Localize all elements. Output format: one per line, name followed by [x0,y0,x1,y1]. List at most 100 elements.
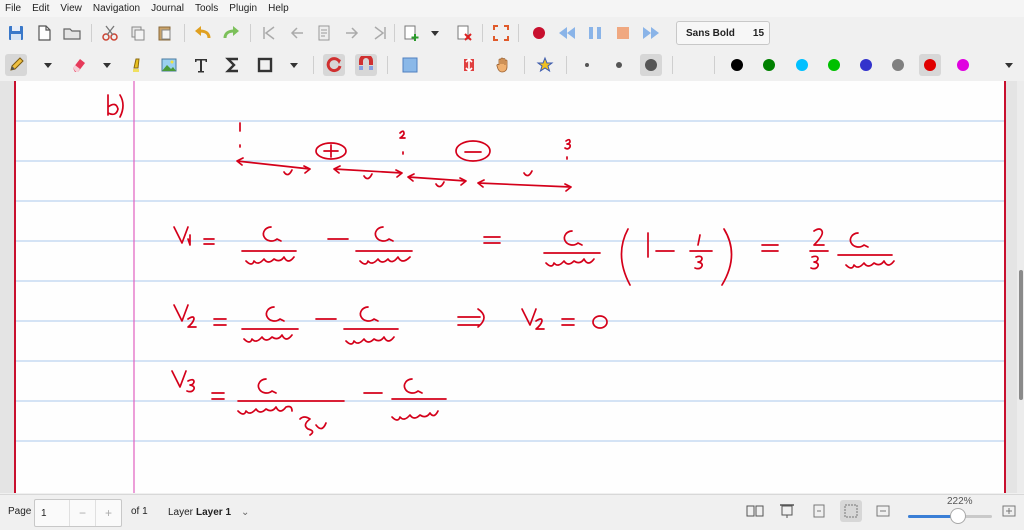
zoom-out-icon [876,505,890,517]
text-icon [195,59,207,73]
stop-button[interactable] [612,22,634,44]
menu-plugin[interactable]: Plugin [229,3,257,14]
highlighter-tool-button[interactable] [126,54,148,76]
hand-tool-button[interactable] [492,54,514,76]
document-view[interactable] [0,81,1024,493]
menu-edit[interactable]: Edit [32,3,49,14]
goto-page-button[interactable] [313,22,335,44]
last-page-icon [374,26,386,40]
layer-selector[interactable]: Layer 1 [196,507,231,518]
dual-page-button[interactable] [744,500,766,522]
menu-help[interactable]: Help [268,3,289,14]
zoom-in-button[interactable] [998,500,1020,522]
rewind-button[interactable] [556,22,578,44]
zoom-width-icon [844,504,858,518]
eraser-dropdown[interactable] [101,54,113,76]
thickness-fine-button[interactable] [576,54,598,76]
select-rectangle-button[interactable] [399,54,421,76]
color-swatch-gray [892,59,904,71]
menu-journal[interactable]: Journal [151,3,184,14]
thickness-thick-button[interactable] [640,54,662,76]
zoom-slider-handle[interactable] [950,508,967,524]
new-document-icon [38,25,51,41]
page-decrement-button[interactable]: − [69,500,95,526]
first-page-button[interactable] [258,22,280,44]
zoom-fit-button[interactable] [808,500,830,522]
toolbar-overflow-dropdown[interactable] [1003,54,1015,76]
shape-dropdown[interactable] [288,54,300,76]
undo-button[interactable] [192,22,214,44]
scrollbar-thumb[interactable] [1019,270,1023,400]
ink-Q-2a [265,306,285,322]
redo-button[interactable] [220,22,242,44]
ruled-lines [16,120,1004,442]
previous-page-button[interactable] [286,22,308,44]
text-tool-button[interactable] [190,54,212,76]
save-button[interactable] [5,22,27,44]
default-tool-button[interactable] [534,54,556,76]
redo-icon [223,26,239,39]
ink-two [813,228,825,246]
arrow-left-icon [290,27,303,39]
pen-tool-button[interactable] [5,54,27,76]
color-lightgreen-button[interactable] [823,54,845,76]
cut-button[interactable] [99,22,121,44]
ink-denom-1d [845,260,895,269]
color-gray-button[interactable] [887,54,909,76]
eraser-tool-button[interactable] [68,54,90,76]
page-spinner[interactable]: 1 − + [34,499,122,527]
fullscreen-icon [493,25,509,41]
vertical-space-button[interactable] [458,54,480,76]
handwriting-layer[interactable] [16,81,1004,493]
color-green-button[interactable] [758,54,780,76]
color-swatch-blue [860,59,872,71]
folder-icon [63,28,81,40]
color-swatch-black [731,59,743,71]
font-selector[interactable]: Sans Bold 15 [676,21,770,45]
shape-tool-button[interactable] [254,54,276,76]
shape-recognizer-button[interactable] [323,54,345,76]
last-page-button[interactable] [369,22,391,44]
menu-navigation[interactable]: Navigation [93,3,140,14]
journal-page[interactable] [14,81,1006,493]
fill-button[interactable] [684,54,706,76]
copy-button[interactable] [127,22,149,44]
fast-forward-button[interactable] [640,22,662,44]
latex-tool-button[interactable] [222,54,244,76]
new-page-dropdown[interactable] [429,22,441,44]
record-button[interactable] [528,22,550,44]
zoom-page-width-button[interactable] [840,500,862,522]
page-increment-button[interactable]: + [95,500,121,526]
record-icon [533,27,545,39]
layer-dropdown-icon[interactable]: ⌄ [241,507,249,518]
new-page-button[interactable] [400,22,422,44]
next-page-button[interactable] [341,22,363,44]
pen-dropdown[interactable] [42,54,54,76]
open-button[interactable] [61,22,83,44]
color-black-button[interactable] [726,54,748,76]
color-red-button[interactable] [919,54,941,76]
menu-view[interactable]: View [60,3,82,14]
pause-button[interactable] [584,22,606,44]
fullscreen-button[interactable] [490,22,512,44]
paste-button[interactable] [154,22,176,44]
presentation-icon [780,504,794,518]
vertical-space-icon [464,57,474,73]
delete-page-button[interactable] [453,22,475,44]
zoom-out-button[interactable] [872,500,894,522]
menu-tools[interactable]: Tools [195,3,218,14]
ink-denom-2a [243,334,293,343]
presentation-mode-button[interactable] [776,500,798,522]
menu-file[interactable]: File [5,3,21,14]
fill-icon [691,58,698,72]
color-blue-button[interactable] [855,54,877,76]
image-tool-button[interactable] [158,54,180,76]
new-document-button[interactable] [33,22,55,44]
color-magenta-button[interactable] [952,54,974,76]
thickness-medium-button[interactable] [608,54,630,76]
snap-to-grid-button[interactable] [355,54,377,76]
save-icon [9,26,23,40]
page-number-input[interactable]: 1 [35,508,69,519]
ink-arrow-4 [477,179,572,192]
color-lightblue-button[interactable] [791,54,813,76]
